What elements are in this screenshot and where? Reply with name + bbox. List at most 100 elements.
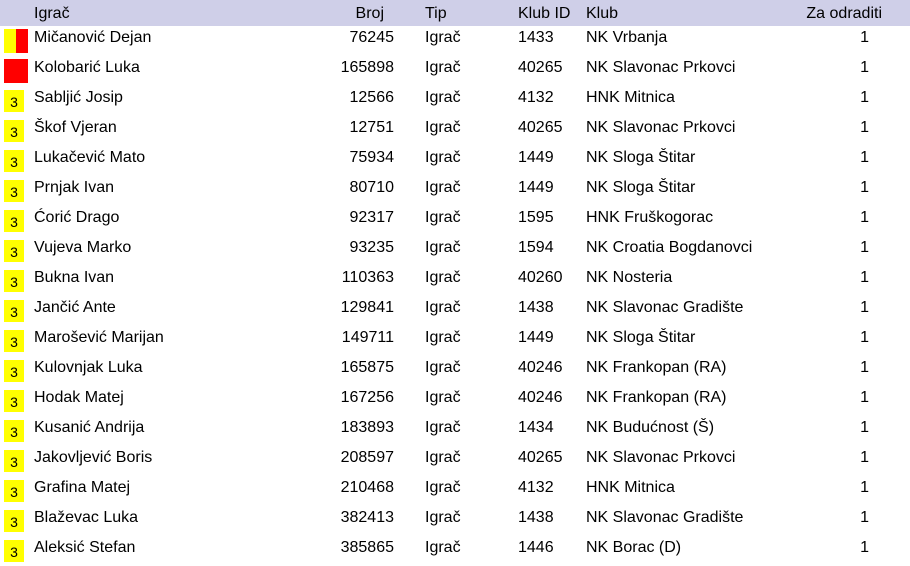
player-type: Igrač	[425, 329, 461, 346]
table-row: Mičanović Dejan 76245 Igrač 1433 NK Vrbanja 1	[0, 25, 910, 55]
remaining-count: 1	[860, 299, 869, 316]
header-remaining: Za odraditi	[806, 5, 882, 22]
card-badge: 3	[4, 90, 24, 112]
table-row: 3 Grafina Matej 210468 Igrač 4132 HNK Mitnica…	[0, 475, 910, 505]
player-type: Igrač	[425, 149, 461, 166]
player-number: 210468	[340, 479, 394, 496]
card-badge: 3	[4, 210, 24, 232]
player-name: Lukačević Mato	[34, 149, 146, 166]
player-name: Škof Vjeran	[34, 119, 117, 136]
player-type: Igrač	[425, 539, 461, 556]
club-id: 1446	[518, 539, 554, 556]
player-number: 149711	[341, 329, 394, 346]
club-id: 40265	[518, 59, 563, 76]
club-name: NK Slavonac Gradište	[586, 299, 744, 316]
player-name: Jančić Ante	[34, 299, 116, 316]
player-name: Marošević Marijan	[34, 329, 164, 346]
table-row: 3 Škof Vjeran 12751 Igrač 40265 NK Slavonac P…	[0, 115, 910, 145]
player-type: Igrač	[425, 239, 461, 256]
club-name: HNK Fruškogorac	[586, 209, 714, 226]
card-badge: 3	[4, 330, 24, 352]
player-name: Grafina Matej	[34, 479, 131, 496]
table-row: Kolobarić Luka 165898 Igrač 40265 NK Slavona…	[0, 55, 910, 85]
remaining-count: 1	[860, 449, 869, 466]
table-row: 3 Jančić Ante 129841 Igrač 1438 NK Slavonac G…	[0, 295, 910, 325]
table-row: 3 Ćorić Drago 92317 Igrač 1595 HNK Fruškogora…	[0, 205, 910, 235]
player-type: Igrač	[425, 209, 461, 226]
card-badge: 3	[4, 120, 24, 142]
club-name: NK Slavonac Gradište	[586, 509, 744, 526]
club-name: NK Sloga Štitar	[586, 179, 696, 196]
player-name: Bukna Ivan	[34, 269, 115, 286]
player-type: Igrač	[425, 89, 461, 106]
remaining-count: 1	[860, 329, 869, 346]
remaining-count: 1	[860, 29, 869, 46]
table-row: 3 Bukna Ivan 110363 Igrač 40260 NK Nosteria 1	[0, 265, 910, 295]
player-name: Ćorić Drago	[34, 209, 120, 226]
club-name: NK Borac (D)	[586, 539, 682, 556]
player-type: Igrač	[425, 269, 461, 286]
player-name: Vujeva Marko	[34, 239, 132, 256]
player-number: 93235	[349, 239, 395, 256]
club-id: 1449	[518, 329, 554, 346]
card-badge	[4, 59, 28, 83]
player-number: 12751	[349, 119, 395, 136]
club-name: HNK Mitnica	[586, 89, 675, 106]
club-id: 1449	[518, 179, 554, 196]
header-player: Igrač	[34, 5, 70, 22]
club-id: 1434	[518, 419, 554, 436]
player-name: Blaževac Luka	[34, 509, 139, 526]
card-badge	[4, 29, 28, 53]
card-badge: 3	[4, 180, 24, 202]
club-name: NK Budućnost (Š)	[586, 419, 715, 436]
club-name: NK Croatia Bogdanovci	[586, 239, 753, 256]
player-type: Igrač	[425, 419, 461, 436]
remaining-count: 1	[860, 359, 869, 376]
header-club-id: Klub ID	[518, 5, 571, 22]
table-row: 3 Kulovnjak Luka 165875 Igrač 40246 NK Franko…	[0, 355, 910, 385]
player-name: Prnjak Ivan	[34, 179, 115, 196]
card-badge: 3	[4, 360, 24, 382]
club-id: 40246	[518, 389, 563, 406]
card-badge: 3	[4, 240, 24, 262]
club-name: NK Nosteria	[586, 269, 673, 286]
remaining-count: 1	[860, 119, 869, 136]
club-id: 1433	[518, 29, 554, 46]
player-number: 92317	[349, 209, 395, 226]
player-number: 208597	[340, 449, 394, 466]
remaining-count: 1	[860, 179, 869, 196]
club-id: 1594	[518, 239, 554, 256]
player-type: Igrač	[425, 29, 461, 46]
club-name: NK Slavonac Prkovci	[586, 119, 736, 136]
player-type: Igrač	[425, 119, 461, 136]
table-row: 3 Sabljić Josip 12566 Igrač 4132 HNK Mitnica 1	[0, 85, 910, 115]
table-row: 3 Prnjak Ivan 80710 Igrač 1449 NK Sloga Štita…	[0, 175, 910, 205]
card-badge: 3	[4, 300, 24, 322]
club-id: 40246	[518, 359, 563, 376]
red-card-icon	[16, 29, 28, 53]
club-name: NK Slavonac Prkovci	[586, 449, 736, 466]
player-number: 167256	[340, 389, 394, 406]
club-id: 1438	[518, 299, 554, 316]
club-id: 1449	[518, 149, 554, 166]
player-name: Kulovnjak Luka	[34, 359, 143, 376]
card-badge: 3	[4, 150, 24, 172]
club-name: NK Frankopan (RA)	[586, 359, 727, 376]
player-type: Igrač	[425, 179, 461, 196]
remaining-count: 1	[860, 209, 869, 226]
club-name: NK Sloga Štitar	[586, 329, 696, 346]
table-header: Igrač Broj Tip Klub ID Klub Za odraditi	[0, 0, 910, 26]
remaining-count: 1	[860, 239, 869, 256]
header-club: Klub	[586, 5, 619, 22]
club-name: NK Slavonac Prkovci	[586, 59, 736, 76]
card-badge: 3	[4, 510, 24, 532]
player-name: Hodak Matej	[34, 389, 124, 406]
club-id: 40265	[518, 449, 563, 466]
card-badge: 3	[4, 480, 24, 502]
table-row: 3 Marošević Marijan 149711 Igrač 1449 NK Slog…	[0, 325, 910, 355]
card-badge: 3	[4, 540, 24, 562]
card-badge: 3	[4, 270, 24, 292]
player-name: Mičanović Dejan	[34, 29, 152, 46]
player-name: Kusanić Andrija	[34, 419, 145, 436]
table-row: 3 Blaževac Luka 382413 Igrač 1438 NK Slavonac…	[0, 505, 910, 535]
